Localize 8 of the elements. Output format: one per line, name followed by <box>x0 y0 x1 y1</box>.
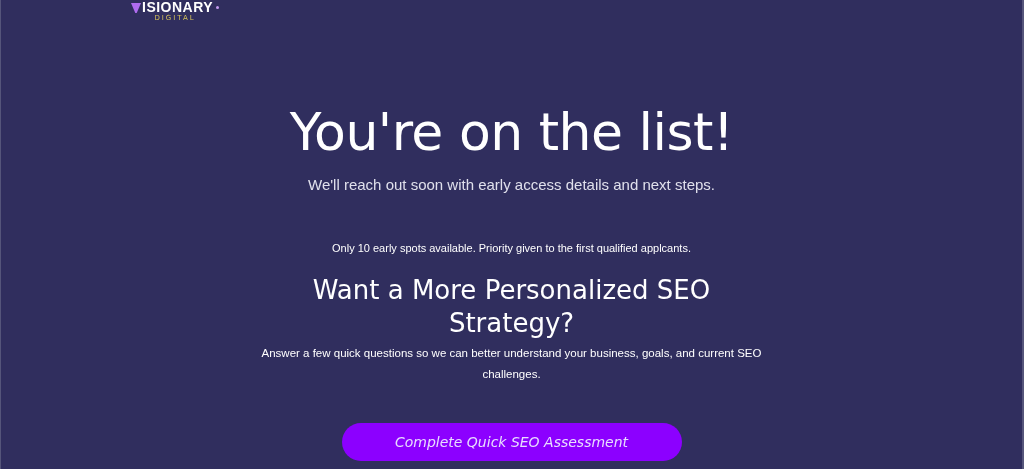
logo-mark-icon <box>131 0 141 15</box>
notice-text: Only 10 early spots available. Priority given to the first qualified applcants. <box>332 242 691 254</box>
subtitle: We'll reach out soon with early access details and next steps. <box>308 176 715 193</box>
heading: You're on the list! <box>289 102 734 162</box>
cta-heading: Want a More Personalized SEO Strategy? <box>311 274 712 340</box>
logo-text: ISIONARY <box>142 0 214 15</box>
assessment-button[interactable]: Complete Quick SEO Assessment <box>341 423 682 461</box>
cta-text: Answer a few quick questions so we can better understand your business, goals, and current SEO challenges. <box>260 346 763 382</box>
